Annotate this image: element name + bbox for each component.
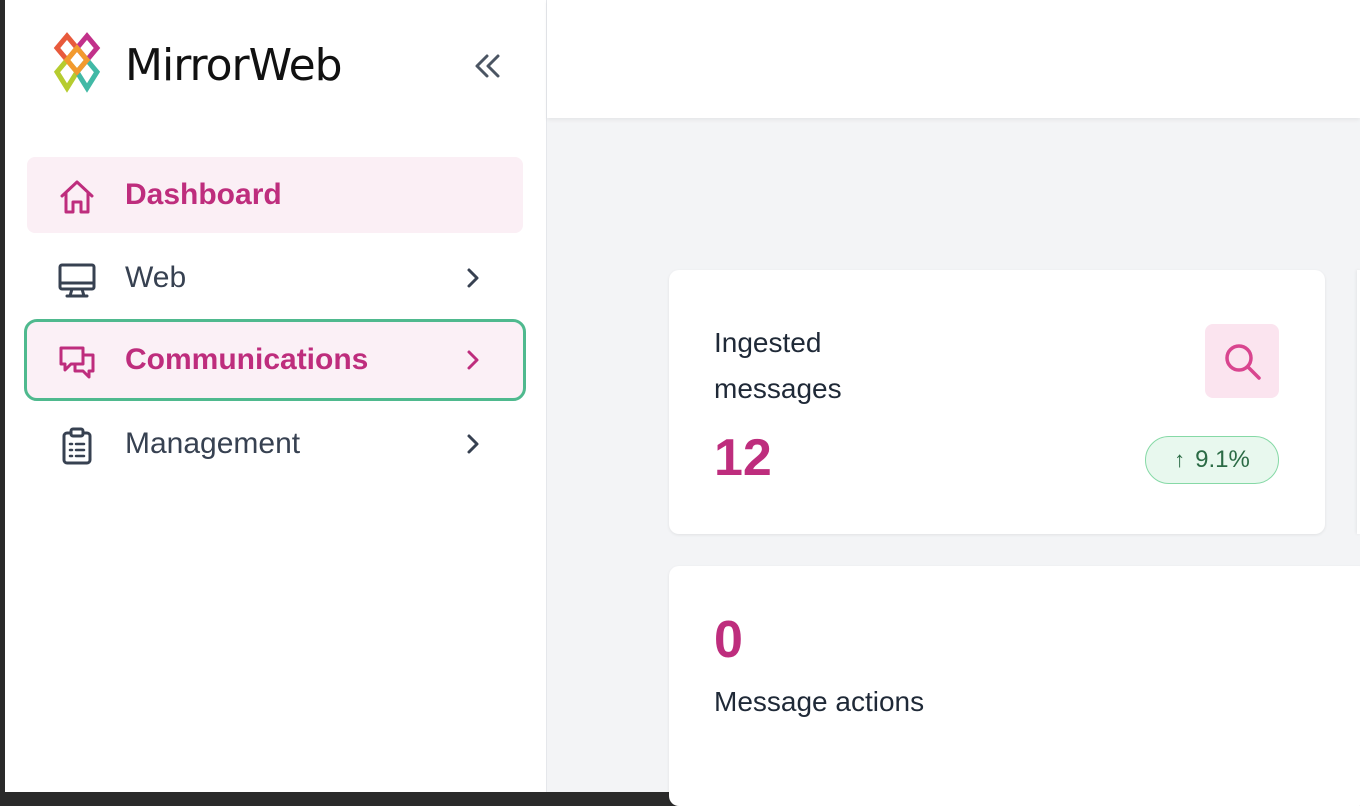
sidebar-item-label: Management [125,427,301,460]
brand-name: MirrorWeb [125,39,343,91]
sidebar: MirrorWeb Dashboard Web Communications M… [5,0,547,792]
chat-bubbles-icon [59,346,95,379]
main-content: Ingested messages 12 ↑ 9.1% 0 Message ac… [547,0,1360,806]
mirrorweb-logo-icon [53,32,101,93]
monitor-icon [58,263,96,298]
collapse-sidebar-icon[interactable] [467,46,507,86]
trend-value: 9.1% [1195,446,1250,473]
message-actions-card: 0 Message actions [669,566,1360,806]
chevron-right-icon [467,350,479,370]
sidebar-item-management[interactable]: Management [27,406,523,482]
sidebar-item-web[interactable]: Web [27,240,523,316]
search-button[interactable] [1205,324,1279,398]
top-header-bar [547,0,1360,118]
brand-logo[interactable]: MirrorWeb [53,30,343,100]
clipboard-icon [62,427,92,465]
sidebar-item-label: Web [125,261,187,294]
ingested-messages-card: Ingested messages 12 ↑ 9.1% [669,270,1325,534]
message-actions-label: Message actions [714,686,925,717]
arrow-up-icon: ↑ [1174,447,1186,472]
trend-badge: ↑ 9.1% [1145,436,1279,484]
ingested-count: 12 [714,429,772,487]
sidebar-item-dashboard[interactable]: Dashboard [27,157,523,233]
chevron-right-icon [467,268,479,288]
message-actions-count: 0 [714,611,743,669]
sidebar-item-label: Communications [125,343,369,376]
sidebar-item-communications[interactable]: Communications [24,319,526,401]
card-title: Ingested messages [714,327,842,404]
home-icon [60,180,94,214]
search-icon [1225,344,1261,380]
sidebar-item-label: Dashboard [125,178,282,211]
chevron-right-icon [467,434,479,454]
